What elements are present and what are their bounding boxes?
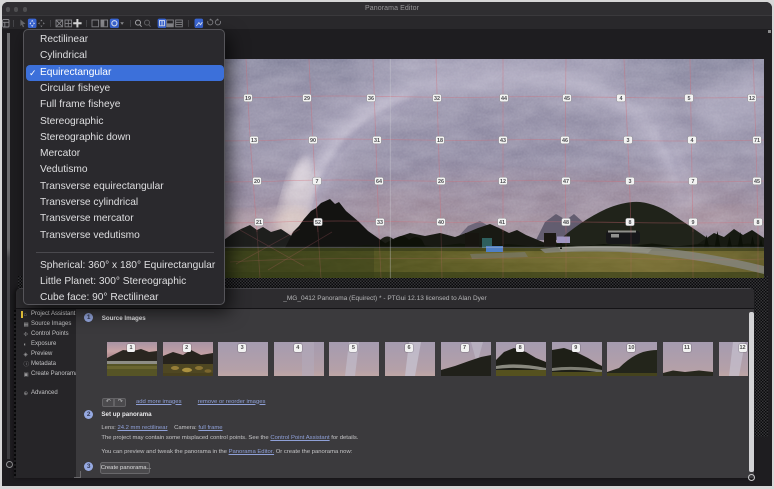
svg-text:12: 12 — [749, 96, 755, 102]
svg-text:3: 3 — [629, 179, 632, 185]
svg-text:8: 8 — [629, 220, 632, 226]
svg-text:71: 71 — [754, 138, 760, 144]
svg-text:19: 19 — [245, 96, 251, 102]
svg-text:7: 7 — [692, 179, 695, 185]
svg-text:29: 29 — [304, 96, 310, 102]
svg-text:44: 44 — [501, 96, 507, 102]
svg-text:41: 41 — [499, 220, 505, 226]
svg-text:47: 47 — [563, 179, 569, 185]
svg-text:26: 26 — [438, 179, 444, 185]
svg-text:32: 32 — [434, 96, 440, 102]
svg-text:9: 9 — [692, 220, 695, 226]
svg-text:45: 45 — [564, 96, 570, 102]
svg-text:21: 21 — [256, 220, 262, 226]
svg-text:64: 64 — [376, 179, 382, 185]
svg-text:12: 12 — [500, 179, 506, 185]
svg-text:46: 46 — [562, 138, 568, 144]
svg-text:36: 36 — [368, 96, 374, 102]
svg-text:18: 18 — [437, 138, 443, 144]
svg-text:90: 90 — [310, 138, 316, 144]
svg-text:7: 7 — [316, 179, 319, 185]
svg-text:13: 13 — [251, 138, 257, 144]
svg-text:3: 3 — [627, 138, 630, 144]
svg-text:5: 5 — [688, 96, 691, 102]
svg-text:43: 43 — [500, 138, 506, 144]
svg-text:20: 20 — [254, 179, 260, 185]
svg-text:31: 31 — [374, 138, 380, 144]
svg-text:33: 33 — [377, 220, 383, 226]
svg-text:45: 45 — [754, 179, 760, 185]
svg-text:4: 4 — [620, 96, 623, 102]
svg-text:8: 8 — [757, 220, 760, 226]
svg-text:52: 52 — [315, 220, 321, 226]
svg-text:4: 4 — [691, 138, 694, 144]
svg-text:40: 40 — [438, 220, 444, 226]
svg-text:48: 48 — [563, 220, 569, 226]
